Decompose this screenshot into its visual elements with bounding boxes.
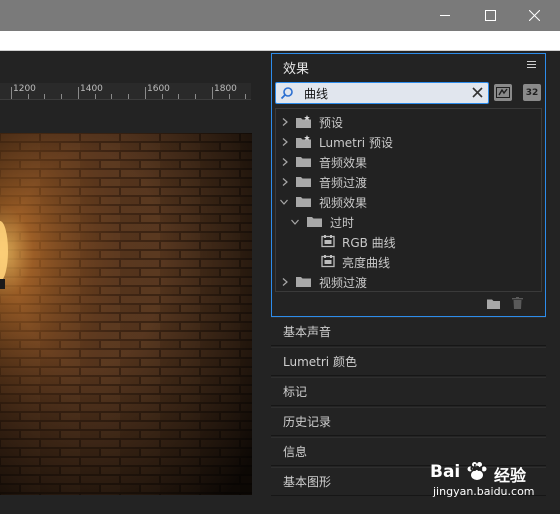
- tree-item-audio-effects[interactable]: 音频效果: [276, 152, 541, 172]
- folder-icon: [296, 197, 311, 207]
- tree-item-obsolete[interactable]: 过时: [276, 212, 541, 232]
- tree-item-label: 过时: [330, 216, 355, 230]
- preset-folder-icon: [296, 135, 311, 148]
- tree-item-audio-transitions[interactable]: 音频过渡: [276, 172, 541, 192]
- tree-item-label: 亮度曲线: [342, 256, 391, 270]
- panel-label: Lumetri 颜色: [283, 355, 357, 369]
- tree-item-label: 预设: [319, 116, 344, 130]
- accelerated-effects-filter-button[interactable]: [494, 84, 512, 101]
- watermark-url: jingyan.baidu.com: [433, 485, 535, 498]
- close-icon: [528, 10, 540, 21]
- tree-item-video-effects[interactable]: 视频效果: [276, 192, 541, 212]
- watermark-brand-du: du: [470, 464, 483, 474]
- tree-item-label: 音频效果: [319, 156, 368, 170]
- tree-item-luma-curve[interactable]: 亮度曲线: [276, 252, 541, 272]
- baidu-watermark: Bai du 经验 jingyan.baidu.com: [416, 452, 556, 514]
- tree-item-label: 视频过渡: [319, 276, 368, 290]
- panel-label: 标记: [283, 385, 308, 399]
- tree-item-label: Lumetri 预设: [319, 136, 393, 150]
- folder-icon: [296, 277, 311, 287]
- ruler-label: 1200: [13, 84, 36, 94]
- folder-icon: [296, 157, 311, 167]
- panel-label: 基本图形: [283, 475, 332, 489]
- watermark-brand-bai: Bai: [430, 462, 461, 482]
- window-title-bar: [0, 0, 560, 31]
- program-monitor: 1200 1400 1600 1800: [0, 51, 268, 514]
- tree-item-rgb-curves[interactable]: RGB 曲线: [276, 232, 541, 252]
- chevron-down-icon[interactable]: [291, 218, 299, 226]
- preset-folder-icon: [296, 115, 311, 128]
- ruler-label: 1600: [147, 84, 170, 94]
- tree-item-video-transitions[interactable]: 视频过渡: [276, 272, 541, 292]
- trash-icon[interactable]: [512, 297, 523, 309]
- chevron-right-icon[interactable]: [281, 158, 289, 166]
- effects-search-input[interactable]: [304, 85, 464, 101]
- watermark-brand-jingyan: 经验: [494, 466, 527, 485]
- tree-item-label: 视频效果: [319, 196, 368, 210]
- close-window-button[interactable]: [512, 0, 556, 31]
- folder-icon: [307, 217, 322, 227]
- minimize-icon: [439, 15, 450, 16]
- maximize-button[interactable]: [468, 0, 512, 31]
- video-frame: [0, 133, 252, 495]
- effects-panel: 效果 32 预设: [271, 53, 546, 317]
- effect-icon: [321, 235, 335, 248]
- ruler-label: 1800: [214, 84, 237, 94]
- menu-bar: [0, 31, 560, 51]
- chevron-down-icon[interactable]: [280, 198, 288, 206]
- panel-markers[interactable]: 标记: [271, 377, 546, 406]
- panel-essential-sound[interactable]: 基本声音: [271, 317, 546, 346]
- panel-menu-icon[interactable]: [527, 60, 536, 69]
- panel-lumetri-color[interactable]: Lumetri 颜色: [271, 347, 546, 376]
- tree-item-label: RGB 曲线: [342, 236, 396, 250]
- chevron-right-icon[interactable]: [281, 178, 289, 186]
- chevron-right-icon[interactable]: [281, 138, 289, 146]
- app-window: 1200 1400 1600 1800 效果 曲线 32 预设 Lumetri …: [0, 0, 560, 514]
- effects-panel-title[interactable]: 效果: [283, 58, 309, 77]
- accelerated-effects-icon: [496, 87, 510, 98]
- chevron-right-icon[interactable]: [281, 118, 289, 126]
- minimize-button[interactable]: [423, 0, 467, 31]
- brick-wall-frame-image: [0, 133, 252, 495]
- panel-history[interactable]: 历史记录: [271, 407, 546, 436]
- effect-icon: [321, 255, 335, 268]
- ruler-label: 1400: [80, 84, 103, 94]
- effects-search-box: [275, 82, 489, 104]
- tree-item-label: 音频过渡: [319, 176, 368, 190]
- effects-tree: 预设 Lumetri 预设 音频效果 音频过渡 视频效果 过时 RGB 曲线 亮…: [275, 108, 542, 292]
- maximize-icon: [484, 10, 496, 21]
- chevron-right-icon[interactable]: [281, 278, 289, 286]
- timeline-ruler[interactable]: 1200 1400 1600 1800: [0, 83, 251, 100]
- panel-label: 信息: [283, 445, 308, 459]
- folder-icon: [296, 177, 311, 187]
- 32bit-effects-filter-button[interactable]: 32: [523, 84, 541, 101]
- clear-search-icon[interactable]: [472, 87, 483, 98]
- effects-panel-footer: [272, 294, 545, 316]
- tree-item-lumetri-presets[interactable]: Lumetri 预设: [276, 132, 541, 152]
- new-bin-icon[interactable]: [487, 298, 500, 309]
- tree-item-presets[interactable]: 预设: [276, 112, 541, 132]
- panel-label: 历史记录: [283, 415, 332, 429]
- search-icon: [280, 87, 293, 100]
- panel-label: 基本声音: [283, 325, 332, 339]
